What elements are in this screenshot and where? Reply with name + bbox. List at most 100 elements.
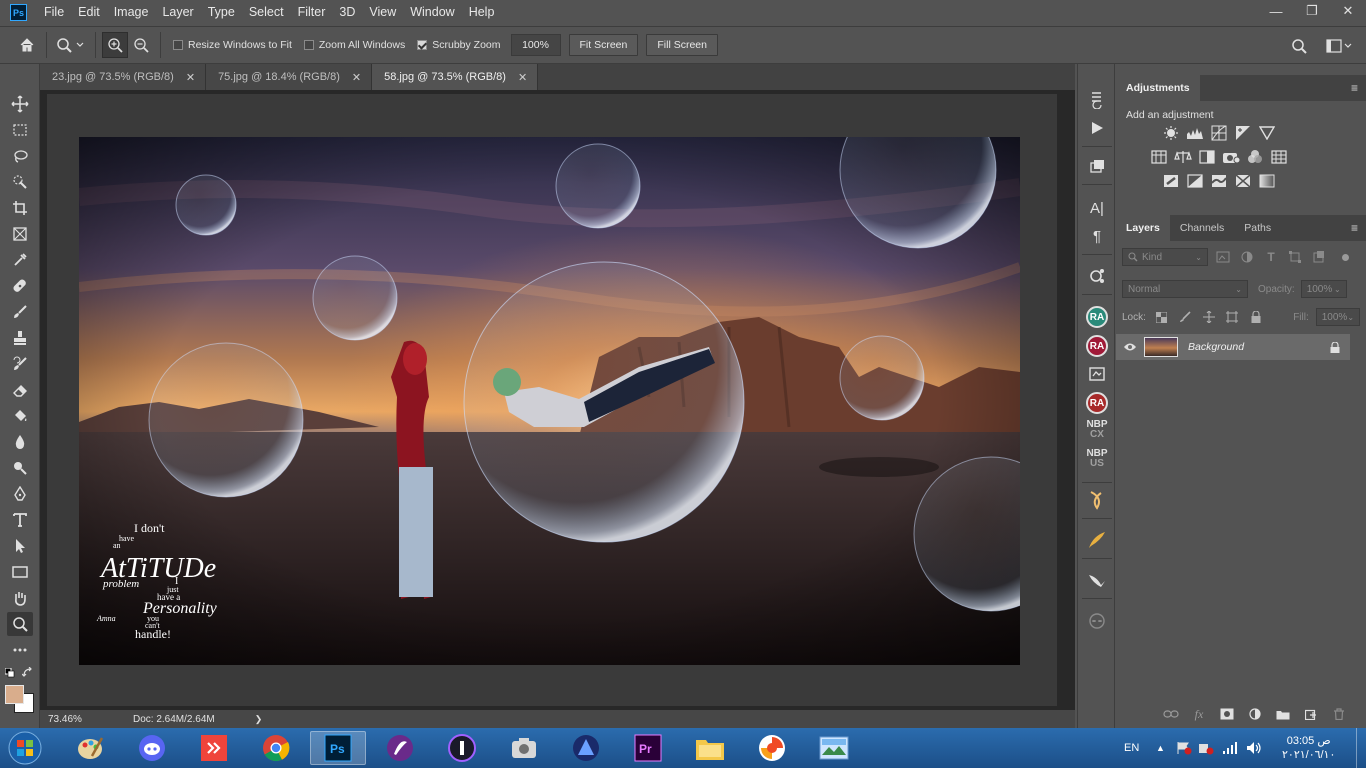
panel-menu-icon[interactable]: ≡ xyxy=(1351,221,1358,235)
filter-smart-object-icon[interactable] xyxy=(1310,249,1328,265)
paint-bucket-tool-icon[interactable] xyxy=(7,404,33,428)
visibility-eye-icon[interactable] xyxy=(1116,342,1144,352)
chrome-app-icon[interactable] xyxy=(248,731,304,765)
blur-tool-icon[interactable] xyxy=(7,430,33,454)
move-tool-icon[interactable] xyxy=(7,92,33,116)
plugin-ra-2-icon[interactable]: RA xyxy=(1084,334,1110,358)
filter-toggle-icon[interactable] xyxy=(1342,253,1349,261)
rectangle-tool-icon[interactable] xyxy=(7,560,33,584)
layer-style-icon[interactable]: fx xyxy=(1190,706,1208,722)
lock-artboard-icon[interactable] xyxy=(1224,309,1241,325)
purple-app-icon[interactable] xyxy=(372,731,428,765)
file-explorer-app-icon[interactable] xyxy=(682,731,738,765)
default-colors-icon[interactable] xyxy=(5,668,15,678)
signal-icon[interactable] xyxy=(1222,728,1240,768)
checkbox-box[interactable] xyxy=(303,40,314,50)
history-brush-tool-icon[interactable] xyxy=(7,352,33,376)
brush-tool-icon[interactable] xyxy=(7,300,33,324)
healing-brush-tool-icon[interactable] xyxy=(7,274,33,298)
lock-transparent-icon[interactable] xyxy=(1153,309,1170,325)
menu-file[interactable]: File xyxy=(37,0,71,25)
color-lookup-icon[interactable] xyxy=(1270,149,1288,165)
lock-position-icon[interactable] xyxy=(1200,309,1217,325)
close-button[interactable]: ✕ xyxy=(1330,0,1366,22)
close-icon[interactable]: ✕ xyxy=(352,71,361,84)
filter-pixel-icon[interactable] xyxy=(1214,249,1232,265)
history-icon[interactable] xyxy=(1084,88,1110,112)
action-center-flag-icon[interactable] xyxy=(1176,728,1192,768)
vibrance-icon[interactable] xyxy=(1258,125,1276,141)
curves-icon[interactable] xyxy=(1210,125,1228,141)
security-app-icon[interactable] xyxy=(744,731,800,765)
zoom-level[interactable]: 73.46% xyxy=(48,714,108,725)
restore-button[interactable]: ❐ xyxy=(1294,0,1330,22)
minimize-button[interactable]: — xyxy=(1258,0,1294,22)
lock-pixels-icon[interactable] xyxy=(1177,309,1194,325)
menu-window[interactable]: Window xyxy=(403,0,461,25)
filter-shape-icon[interactable] xyxy=(1286,249,1304,265)
checkbox-box-checked[interactable] xyxy=(417,40,428,50)
filter-type-icon[interactable]: T xyxy=(1262,249,1280,265)
checkbox-box[interactable] xyxy=(173,40,183,50)
start-button[interactable] xyxy=(0,731,50,765)
paragraph-panel-icon[interactable]: ¶ xyxy=(1084,224,1110,248)
lasso-tool-icon[interactable] xyxy=(7,144,33,168)
plugin-ra-3-icon[interactable]: RA xyxy=(1084,391,1110,415)
plugin-nbp-us-icon[interactable]: NBP US xyxy=(1084,447,1110,471)
quick-selection-tool-icon[interactable] xyxy=(7,170,33,194)
threshold-icon[interactable] xyxy=(1210,173,1228,189)
new-group-icon[interactable] xyxy=(1274,706,1292,722)
workspace-switcher-icon[interactable] xyxy=(1324,33,1354,59)
home-icon[interactable] xyxy=(14,32,40,58)
menu-help[interactable]: Help xyxy=(462,0,502,25)
channel-mixer-icon[interactable] xyxy=(1246,149,1264,165)
tab-23-jpg[interactable]: 23.jpg @ 73.5% (RGB/8) ✕ xyxy=(40,64,207,90)
premiere-app-icon[interactable]: Pr xyxy=(620,731,676,765)
gradient-map-icon[interactable] xyxy=(1258,173,1276,189)
show-desktop-button[interactable] xyxy=(1356,728,1366,768)
plugin-panel-icon[interactable] xyxy=(1084,362,1110,386)
menu-filter[interactable]: Filter xyxy=(291,0,333,25)
layer-name[interactable]: Background xyxy=(1188,341,1244,353)
panel-menu-icon[interactable]: ≡ xyxy=(1351,81,1358,95)
edit-toolbar-icon[interactable] xyxy=(7,638,33,662)
brightness-contrast-icon[interactable] xyxy=(1162,125,1180,141)
plugin-ra-1-icon[interactable]: RA xyxy=(1084,305,1110,329)
paint-app-icon[interactable] xyxy=(62,731,118,765)
tab-58-jpg[interactable]: 58.jpg @ 73.5% (RGB/8) ✕ xyxy=(372,64,539,90)
frame-tool-icon[interactable] xyxy=(7,222,33,246)
eyedropper-tool-icon[interactable] xyxy=(7,248,33,272)
menu-layer[interactable]: Layer xyxy=(155,0,200,25)
swap-colors-icon[interactable] xyxy=(22,667,33,678)
foreground-color-swatch[interactable] xyxy=(5,685,24,704)
tab-channels[interactable]: Channels xyxy=(1170,215,1234,241)
fit-screen-button[interactable]: Fit Screen xyxy=(568,34,639,56)
layer-row[interactable]: Background xyxy=(1116,334,1350,360)
hand-tool-icon[interactable] xyxy=(7,586,33,610)
crop-tool-icon[interactable] xyxy=(7,196,33,220)
eraser-tool-icon[interactable] xyxy=(7,378,33,402)
close-icon[interactable]: ✕ xyxy=(186,71,195,84)
lock-all-icon[interactable] xyxy=(1248,309,1265,325)
tab-paths[interactable]: Paths xyxy=(1234,215,1281,241)
photo-filter-icon[interactable] xyxy=(1222,149,1240,165)
link-layers-icon[interactable] xyxy=(1162,706,1180,722)
discord-app-icon[interactable] xyxy=(124,731,180,765)
selective-color-icon[interactable] xyxy=(1234,173,1252,189)
zoom-out-icon[interactable] xyxy=(128,32,154,58)
triangle-app-icon[interactable] xyxy=(558,731,614,765)
actions-play-icon[interactable] xyxy=(1084,116,1110,140)
zoom-tool-icon[interactable] xyxy=(7,612,33,636)
menu-view[interactable]: View xyxy=(362,0,403,25)
menu-select[interactable]: Select xyxy=(242,0,291,25)
dodge-tool-icon[interactable] xyxy=(7,456,33,480)
anydesk-app-icon[interactable] xyxy=(186,731,242,765)
plugin-bird-icon[interactable] xyxy=(1084,568,1110,592)
3d-panel-icon[interactable] xyxy=(1084,154,1110,178)
tab-layers[interactable]: Layers xyxy=(1116,215,1170,241)
blend-mode-select[interactable]: Normal ⌄ xyxy=(1122,280,1248,298)
new-layer-icon[interactable] xyxy=(1302,706,1320,722)
fill-field[interactable]: 100% ⌄ xyxy=(1315,308,1361,326)
close-icon[interactable]: ✕ xyxy=(518,71,527,84)
scrubby-zoom-checkbox[interactable]: Scrubby Zoom xyxy=(417,39,501,51)
